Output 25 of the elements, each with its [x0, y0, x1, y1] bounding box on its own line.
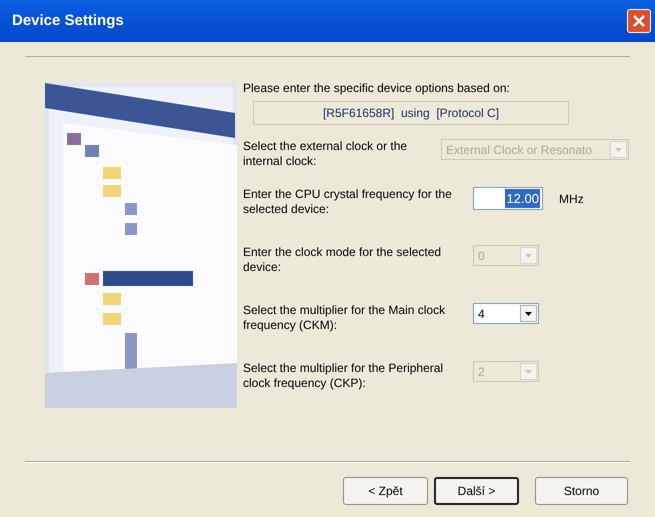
field-value: 12.00: [505, 188, 540, 208]
dropdown-value: 0: [477, 248, 486, 264]
intro-text: Please enter the specific device options based on:: [243, 80, 511, 97]
caret-icon: [520, 247, 537, 264]
dropdown-value: 2: [477, 364, 486, 380]
caret-icon: [520, 363, 537, 380]
dropdown-value: 4: [477, 306, 486, 322]
field-label: Select the external clock or the internal clock:: [243, 139, 408, 169]
dropdown-value: External Clock or Resonato: [445, 142, 594, 158]
close-button[interactable]: [627, 9, 651, 33]
close-icon: [633, 15, 645, 27]
caret-icon: [610, 141, 627, 158]
dialog-button[interactable]: Další >: [434, 477, 519, 505]
field-label: Select the multiplier for the Peripheral clock frequency (CKP):: [243, 361, 444, 391]
unit-label: MHz: [559, 190, 584, 208]
field-label: Select the multiplier for the Main clock frequency (CKM):: [243, 303, 446, 333]
device-summary: [R5F61658R] using [Protocol C]: [253, 101, 569, 125]
dropdown[interactable]: 4: [473, 303, 539, 324]
field-label: Enter the CPU crystal frequency for the selected device:: [243, 187, 453, 217]
caret-icon: [520, 305, 537, 322]
dialog-button[interactable]: Storno: [535, 477, 628, 505]
window-title: Device Settings: [12, 10, 124, 31]
frequency-field[interactable]: 12.00: [473, 187, 543, 210]
dialog-button[interactable]: < Zpět: [343, 477, 428, 505]
field-label: Enter the clock mode for the selected device:: [243, 245, 442, 275]
